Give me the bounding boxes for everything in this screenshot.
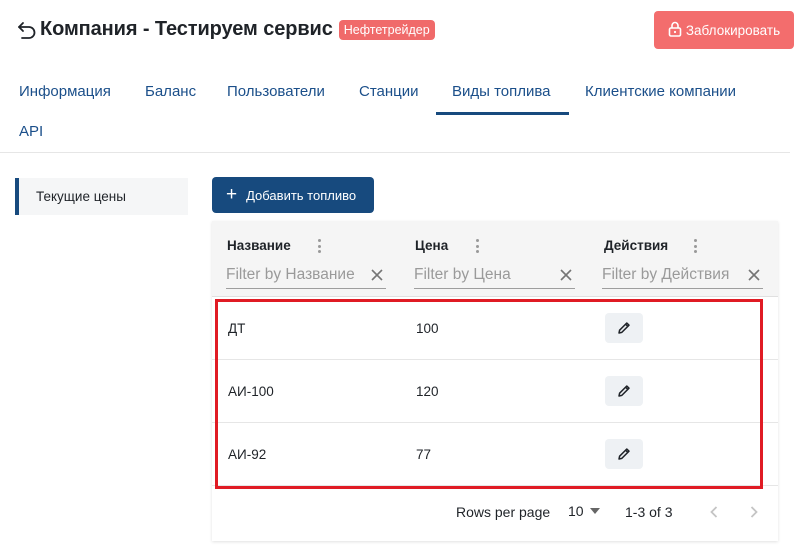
tab-information[interactable]: Информация (19, 83, 111, 100)
company-type-badge: Нефтетрейдер (338, 19, 435, 40)
edit-button[interactable] (605, 313, 643, 343)
filter-actions (602, 261, 763, 289)
column-menu-icon[interactable] (313, 236, 325, 256)
pagination: Rows per page 10 1-3 of 3 (212, 499, 778, 525)
tab-client-companies[interactable]: Клиентские компании (585, 83, 736, 100)
lock-button-label: Заблокировать (685, 22, 781, 38)
plus-icon: + (226, 183, 238, 205)
chevron-left-icon[interactable] (704, 502, 724, 522)
pencil-icon (618, 385, 630, 397)
table-row[interactable]: АИ-100 120 (212, 360, 778, 423)
cell-fuel-price: 100 (416, 321, 439, 336)
page-header: Компания - Тестируем сервис Нефтетрейдер (16, 18, 435, 41)
page-title: Компания - Тестируем сервис (40, 18, 333, 40)
tab-users[interactable]: Пользователи (227, 83, 325, 100)
rows-per-page-label: Rows per page (456, 504, 551, 520)
fuel-prices-grid: Название Цена Действия ДТ 100 (212, 221, 778, 541)
cell-fuel-price: 77 (416, 447, 432, 462)
edit-button[interactable] (605, 376, 643, 406)
cell-fuel-name: АИ-100 (228, 384, 274, 399)
cell-fuel-price: 120 (416, 384, 439, 399)
edit-button[interactable] (605, 439, 643, 469)
table-row[interactable]: ДТ 100 (212, 297, 778, 360)
rows-per-page-select[interactable]: 10 (568, 503, 600, 519)
lock-company-button[interactable]: Заблокировать (654, 11, 794, 49)
tabs-divider (0, 152, 790, 153)
tab-api[interactable]: API (19, 123, 43, 140)
add-fuel-button[interactable]: + Добавить топливо (212, 177, 374, 213)
rows-per-page-value: 10 (568, 503, 584, 519)
caret-down-icon (589, 508, 600, 514)
filter-name-input[interactable] (226, 262, 368, 287)
close-icon[interactable] (745, 266, 763, 284)
add-fuel-label: Добавить топливо (246, 187, 357, 203)
tab-stations[interactable]: Станции (359, 83, 419, 100)
active-tab-indicator (436, 112, 569, 115)
grid-header: Название Цена Действия (212, 221, 778, 297)
tab-fuel-types[interactable]: Виды топлива (452, 83, 551, 100)
close-icon[interactable] (557, 266, 575, 284)
filter-price (414, 261, 575, 289)
filter-actions-input[interactable] (602, 262, 745, 287)
back-arrow-icon[interactable] (16, 19, 38, 41)
tab-balance[interactable]: Баланс (145, 83, 196, 100)
column-header-name[interactable]: Название (227, 238, 291, 253)
pencil-icon (618, 322, 630, 334)
pencil-icon (618, 448, 630, 460)
cell-fuel-name: ДТ (228, 321, 246, 336)
table-row[interactable]: АИ-92 77 (212, 423, 778, 486)
chevron-right-icon[interactable] (744, 502, 764, 522)
filter-name (226, 261, 386, 289)
column-header-price[interactable]: Цена (415, 238, 448, 253)
column-menu-icon[interactable] (689, 236, 701, 256)
close-icon[interactable] (368, 266, 386, 284)
sidebar-item-current-prices[interactable]: Текущие цены (15, 178, 188, 215)
filter-price-input[interactable] (414, 262, 557, 287)
pagination-range: 1-3 of 3 (625, 504, 673, 520)
column-header-actions[interactable]: Действия (604, 238, 668, 253)
lock-icon (668, 21, 682, 40)
cell-fuel-name: АИ-92 (228, 447, 267, 462)
column-menu-icon[interactable] (471, 236, 483, 256)
